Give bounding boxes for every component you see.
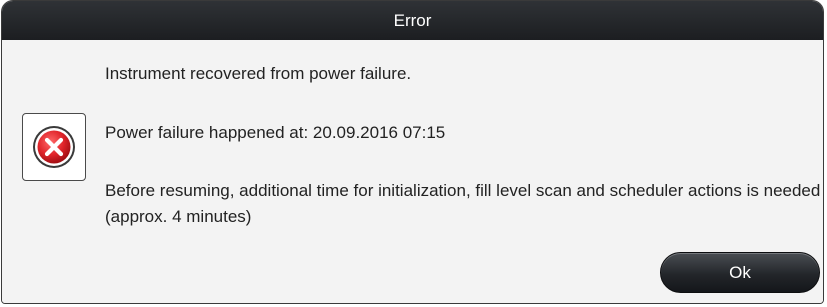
- error-dialog: Error Instrument recovered from power fa…: [1, 0, 824, 304]
- error-icon: [33, 126, 75, 168]
- dialog-title: Error: [393, 10, 432, 30]
- message-power-failure-time: Power failure happened at: 20.09.2016 07…: [105, 123, 446, 142]
- message-resume-info: Before resuming, additional time for ini…: [105, 181, 821, 226]
- dialog-body: Instrument recovered from power failure.…: [2, 40, 823, 303]
- icon-frame: [22, 113, 86, 181]
- message-recovered: Instrument recovered from power failure.: [105, 64, 412, 83]
- ok-button-label: Ok: [729, 262, 751, 282]
- dialog-titlebar: Error: [2, 1, 823, 40]
- ok-button[interactable]: Ok: [660, 252, 820, 293]
